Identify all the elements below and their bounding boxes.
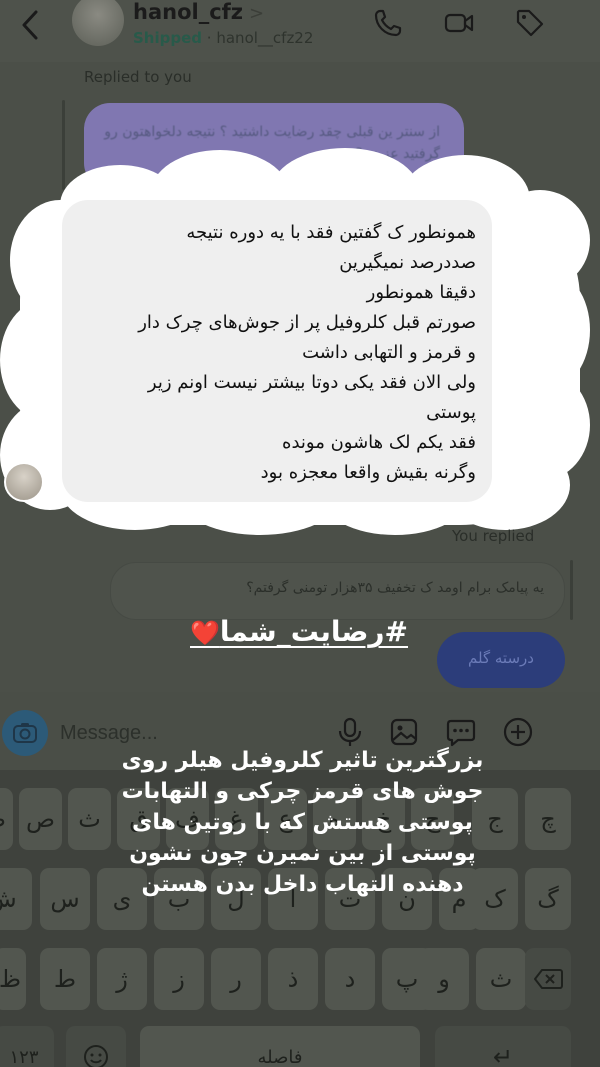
reply-indicator-bar	[62, 100, 65, 190]
outgoing-message-bubble[interactable]: درسته گلم	[437, 632, 565, 688]
message-input[interactable]	[60, 718, 310, 748]
key[interactable]: چ	[525, 788, 571, 850]
key[interactable]: ظ	[0, 948, 26, 1010]
numbers-key[interactable]: ۱۲۳	[0, 1026, 54, 1067]
key[interactable]: د	[325, 948, 375, 1010]
contact-username[interactable]: hanol_cfz >	[133, 0, 264, 24]
chat-header: hanol_cfz > Shipped · hanol__cfz22	[0, 0, 600, 62]
delete-key-icon[interactable]	[525, 948, 571, 1010]
space-key[interactable]: فاصله	[140, 1026, 420, 1067]
plus-circle-icon[interactable]	[500, 714, 536, 750]
key[interactable]: و	[419, 948, 469, 1010]
replied-to-label: Replied to you	[84, 68, 192, 86]
key[interactable]: گ	[525, 868, 571, 930]
contact-handle: hanol__cfz22	[216, 29, 314, 47]
return-key[interactable]: ↵	[435, 1026, 571, 1067]
sender-avatar[interactable]	[4, 462, 44, 502]
story-caption: بزرگترین تاثیر کلروفیل هیلر روی جوش های …	[121, 748, 484, 897]
contact-status-line: Shipped · hanol__cfz22	[133, 29, 313, 47]
emoji-key-icon[interactable]	[66, 1026, 126, 1067]
key[interactable]: ث	[476, 948, 526, 1010]
camera-icon[interactable]	[2, 710, 48, 756]
heart-icon: ❤️	[190, 619, 220, 647]
phone-icon[interactable]	[370, 6, 406, 40]
key[interactable]: ض	[0, 788, 13, 850]
key[interactable]: ذ	[268, 948, 318, 1010]
tag-icon[interactable]	[512, 6, 548, 40]
back-arrow-icon[interactable]	[18, 8, 42, 48]
key[interactable]: س	[40, 868, 90, 930]
key[interactable]: ص	[19, 788, 62, 850]
hashtag-sticker: #رضایت_شما❤️	[190, 615, 409, 648]
incoming-message-bubble[interactable]: همونطور ک گفتین فقد با یه دوره نتیجه صدد…	[62, 200, 492, 502]
incoming-message-text: همونطور ک گفتین فقد با یه دوره نتیجه صدد…	[138, 222, 476, 483]
key[interactable]: ط	[40, 948, 90, 1010]
chevron-right-icon: >	[249, 3, 265, 24]
you-replied-label: You replied	[452, 527, 535, 545]
key[interactable]: ش	[0, 868, 32, 930]
video-icon[interactable]	[441, 6, 477, 40]
reply-indicator-bar-2	[570, 560, 573, 620]
quoted-reply[interactable]: یه پیامک برام اومد ک تخفیف ۳۵هزار تومنی …	[110, 562, 565, 620]
status-shipped: Shipped	[133, 29, 203, 47]
key[interactable]: ر	[211, 948, 261, 1010]
contact-avatar[interactable]	[72, 0, 124, 46]
key[interactable]: ز	[154, 948, 204, 1010]
status-separator: ·	[206, 29, 212, 47]
key[interactable]: ژ	[97, 948, 147, 1010]
